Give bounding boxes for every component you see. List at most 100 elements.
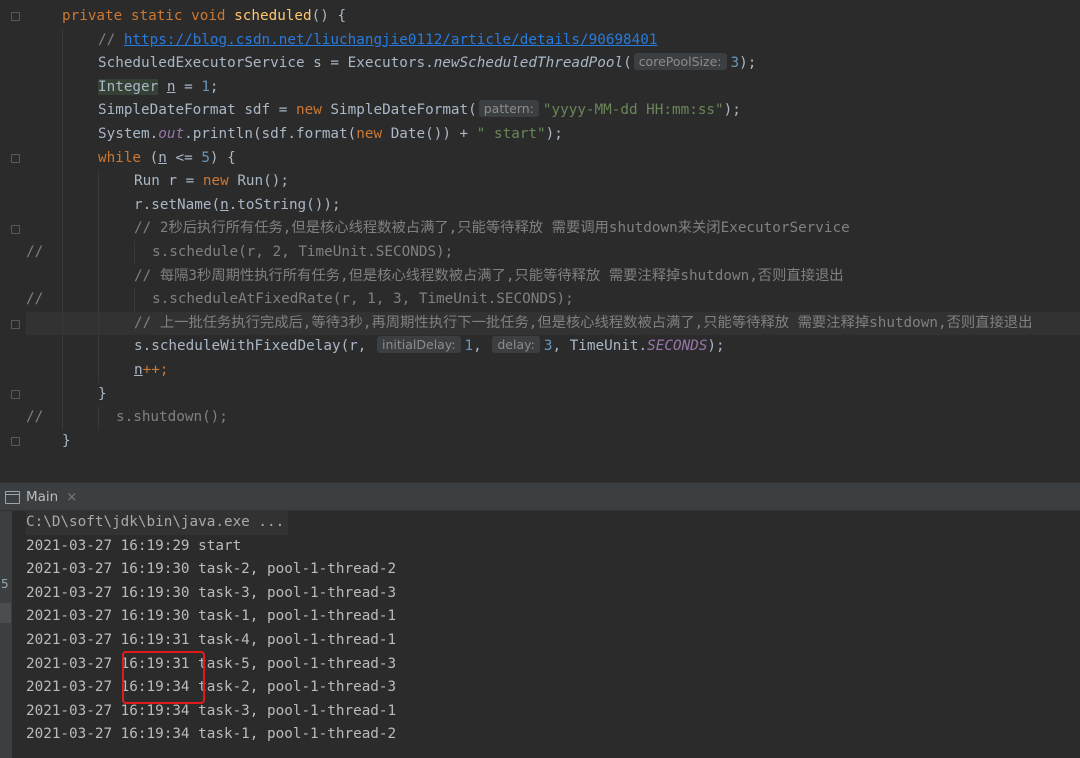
code-line[interactable]: // 2秒后执行所有任务,但是核心线程数被占满了,只能等待释放 需要调用shut… [26, 217, 1080, 241]
code-text: s.scheduleAtFixedRate(r, 1, 3, TimeUnit.… [152, 288, 574, 312]
code-token: Date()) + [390, 125, 477, 142]
code-text: // https://blog.csdn.net/liuchangjie0112… [98, 29, 658, 53]
code-text: ScheduledExecutorService s = Executors.n… [98, 52, 756, 76]
code-line[interactable]: // https://blog.csdn.net/liuchangjie0112… [26, 28, 1080, 53]
console-row: 2021-03-27 16:19:30 task-1, pool-1-threa… [26, 605, 1080, 629]
indent-guide [98, 193, 99, 218]
code-line[interactable]: r.setName(n.toString()); [26, 193, 1080, 218]
code-token: " start" [476, 125, 546, 142]
indent-guide [62, 240, 63, 265]
code-line[interactable]: // s.shutdown(); [26, 406, 1080, 430]
code-text: } [98, 383, 107, 407]
console-line: 2021-03-27 16:19:30 task-1, pool-1-threa… [26, 608, 397, 625]
indent-guide [62, 217, 63, 241]
code-text: System.out.println(sdf.format(new Date()… [98, 123, 563, 147]
indent-guide [98, 406, 99, 430]
code-line[interactable]: } [26, 382, 1080, 407]
rerun-icon[interactable]: 5 [1, 577, 10, 591]
indent-guide [62, 358, 63, 383]
indent-guide [134, 288, 135, 312]
code-token: = [175, 78, 202, 95]
code-token: newScheduledThreadPool [433, 55, 624, 72]
code-token: // 上一批任务执行完成后,等待3秒,再周期性执行下一批任务,但是核心线程数被占… [134, 314, 1033, 331]
code-token: // 2秒后执行所有任务,但是核心线程数被占满了,只能等待释放 需要调用shut… [134, 220, 850, 237]
code-text: s.scheduleWithFixedDelay(r, initialDelay… [134, 335, 725, 359]
parameter-hint: delay: [492, 336, 540, 354]
indent-guide [62, 288, 63, 312]
code-token: ScheduledExecutorService s = Executors. [98, 55, 434, 72]
code-token: 1 [201, 78, 210, 95]
code-text: n++; [134, 359, 168, 383]
code-line[interactable]: private static void scheduled() { [26, 5, 1080, 29]
console-row: 2021-03-27 16:19:30 task-2, pool-1-threa… [26, 558, 1080, 582]
code-line[interactable]: n++; [26, 358, 1080, 383]
code-line[interactable]: } [26, 430, 1080, 454]
indent-guide [98, 264, 99, 289]
code-token: while [98, 149, 150, 166]
indent-guide [62, 264, 63, 289]
parameter-hint: corePoolSize: [633, 53, 727, 71]
code-line[interactable]: Run r = new Run(); [26, 170, 1080, 194]
code-line[interactable]: SimpleDateFormat sdf = new SimpleDateFor… [26, 99, 1080, 123]
code-token: Run r = [134, 173, 203, 190]
code-text: } [62, 430, 71, 454]
code-token: System. [98, 125, 159, 142]
fold-marker-icon[interactable] [11, 437, 20, 446]
code-token: ; [159, 361, 169, 378]
code-line[interactable]: System.out.println(sdf.format(new Date()… [26, 122, 1080, 147]
code-token: Run(); [237, 173, 289, 190]
code-editor[interactable]: private static void scheduled() {// http… [0, 0, 1080, 482]
fold-marker-icon[interactable] [11, 390, 20, 399]
code-token: , TimeUnit. [552, 338, 648, 355]
code-line[interactable]: // s.scheduleAtFixedRate(r, 1, 3, TimeUni… [26, 288, 1080, 312]
code-line[interactable]: // 每隔3秒周期性执行所有任务,但是核心线程数被占满了,只能等待释放 需要注释… [26, 264, 1080, 289]
indent-guide [62, 311, 63, 336]
code-token: new [202, 173, 238, 190]
console-command-line[interactable]: C:\D\soft\jdk\bin\java.exe ... [26, 511, 289, 535]
console-row: 2021-03-27 16:19:29 start [26, 535, 1080, 559]
code-line[interactable]: // s.schedule(r, 2, TimeUnit.SECONDS); [26, 240, 1080, 265]
code-token: new [295, 102, 331, 119]
code-token: n [134, 361, 143, 378]
code-line[interactable]: while (n <= 5) { [26, 146, 1080, 171]
console-line: 2021-03-27 16:19:31 task-4, pool-1-threa… [26, 631, 397, 648]
close-icon[interactable]: × [66, 490, 77, 505]
code-line[interactable]: Integer n = 1; [26, 75, 1080, 100]
indent-guide [134, 240, 135, 265]
code-text: // 上一批任务执行完成后,等待3秒,再周期性执行下一批任务,但是核心线程数被占… [134, 312, 1032, 336]
code-line[interactable]: ScheduledExecutorService s = Executors.n… [26, 52, 1080, 76]
parameter-hint: pattern: [478, 100, 539, 118]
code-token: <= [166, 149, 202, 166]
editor-gutter [0, 0, 26, 482]
indent-guide [98, 311, 99, 336]
highlight-box [122, 651, 205, 704]
code-text: r.setName(n.toString()); [134, 194, 341, 218]
fold-marker-icon[interactable] [11, 12, 20, 21]
code-line[interactable]: // 上一批任务执行完成后,等待3秒,再周期性执行下一批任务,但是核心线程数被占… [26, 311, 1080, 336]
code-lines: private static void scheduled() {// http… [26, 5, 1080, 453]
indent-guide [62, 382, 63, 407]
code-text: while (n <= 5) { [98, 147, 236, 171]
code-token: } [62, 432, 71, 449]
line-comment-prefix: // [26, 243, 44, 260]
tab-main[interactable]: Main × [5, 483, 77, 511]
code-token: () { [311, 8, 347, 24]
code-token: ); [545, 125, 563, 142]
code-text: private static void scheduled() { [62, 5, 346, 29]
code-token: ) { [209, 149, 236, 166]
tab-main-label: Main [26, 489, 59, 505]
console-toggle-icon[interactable] [0, 603, 11, 623]
code-token: 5 [201, 149, 210, 166]
fold-marker-icon[interactable] [11, 320, 20, 329]
fold-marker-icon[interactable] [11, 225, 20, 234]
code-token: // [98, 31, 124, 48]
indent-guide [62, 406, 63, 430]
code-token: Integer [98, 78, 159, 95]
code-line[interactable]: s.scheduleWithFixedDelay(r, initialDelay… [26, 335, 1080, 359]
fold-marker-icon[interactable] [11, 154, 20, 163]
code-token: s.schedule(r, 2, TimeUnit.SECONDS); [152, 243, 454, 260]
console-line: 2021-03-27 16:19:29 start [26, 537, 242, 554]
indent-guide [62, 170, 63, 194]
console-row: 2021-03-27 16:19:31 task-4, pool-1-threa… [26, 629, 1080, 653]
